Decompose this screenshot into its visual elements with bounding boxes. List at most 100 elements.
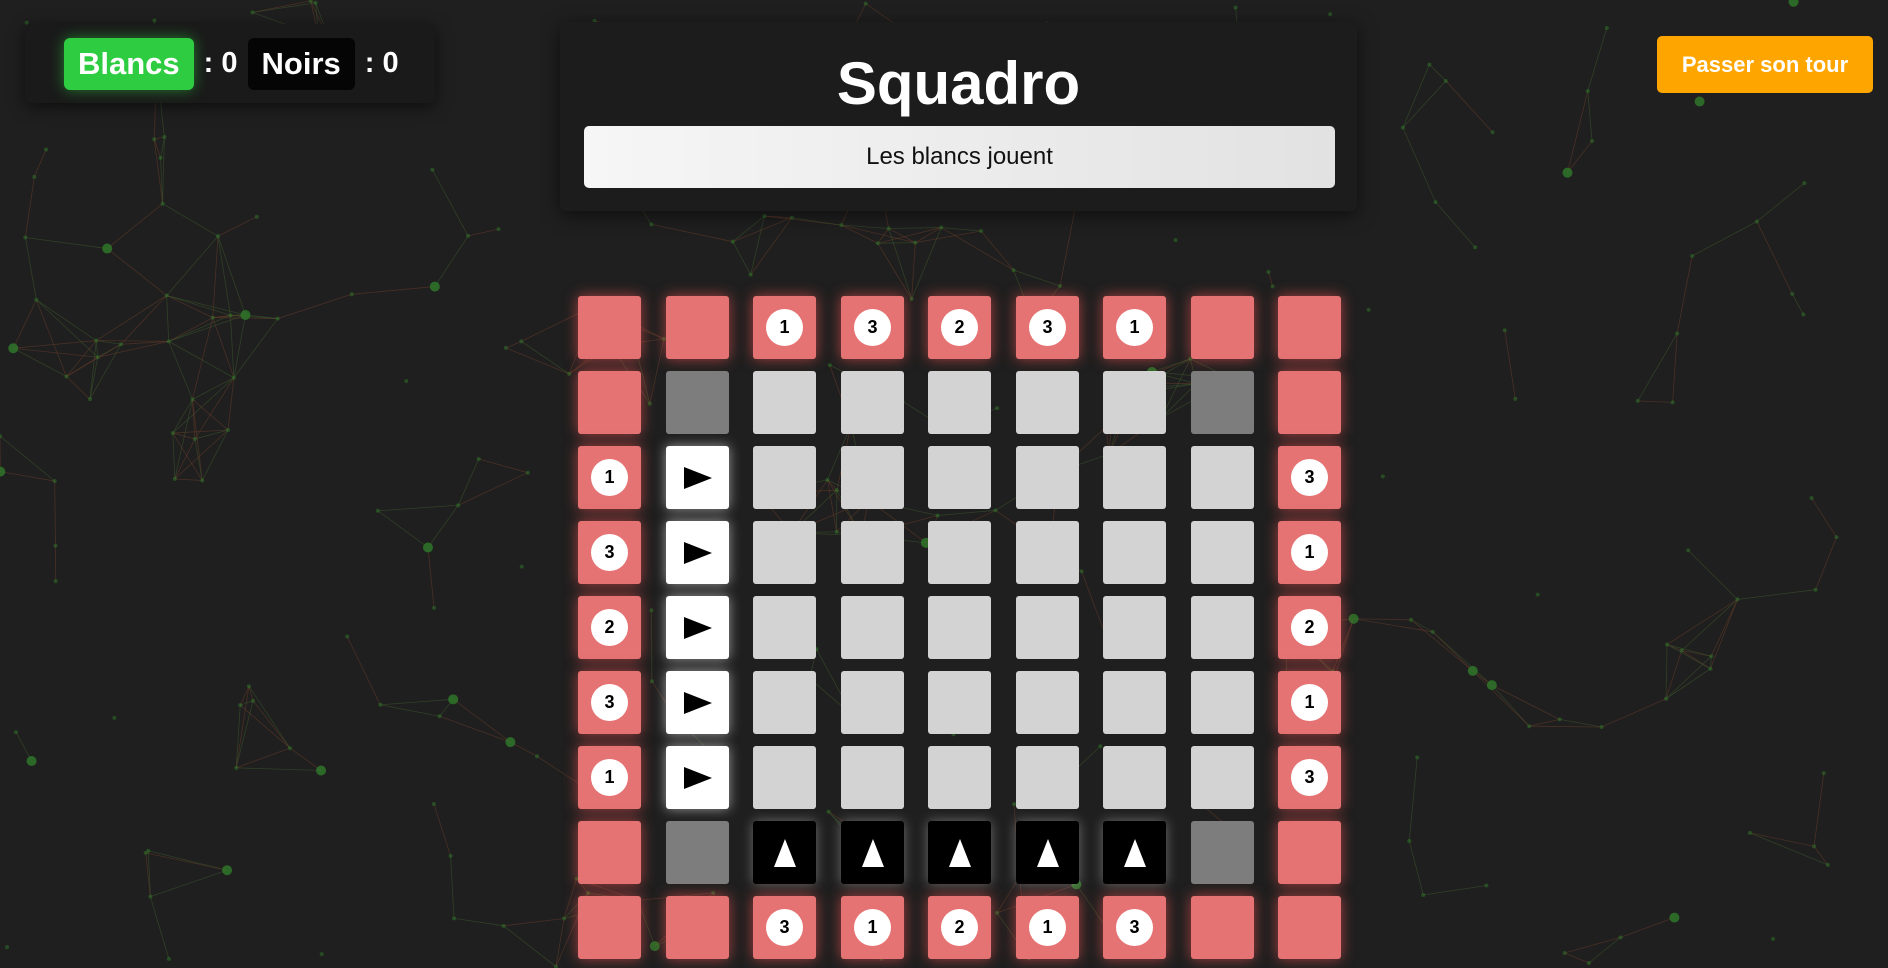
arrow-up-icon: [948, 838, 971, 867]
speed-badge: 1: [1291, 684, 1328, 721]
board-cell: [1016, 521, 1079, 584]
speed-badge: 1: [591, 459, 628, 496]
border-cell: 3: [578, 671, 641, 734]
arrow-right-icon: [683, 691, 712, 714]
pass-turn-button[interactable]: Passer son tour: [1657, 36, 1873, 93]
turn-status: Les blancs jouent: [584, 126, 1335, 188]
border-cell: 3: [1103, 896, 1166, 959]
board-cell: [753, 671, 816, 734]
board-cell: [841, 446, 904, 509]
board-cell: [928, 521, 991, 584]
score-panel: Blancs : 0 Noirs : 0: [25, 24, 435, 103]
border-cell: 3: [753, 896, 816, 959]
white-piece[interactable]: [666, 671, 729, 734]
speed-badge: 3: [1291, 459, 1328, 496]
arrow-up-icon: [861, 838, 884, 867]
board-cell: [1191, 671, 1254, 734]
board-cell: [841, 596, 904, 659]
border-cell: [1278, 296, 1341, 359]
board-cell: [1016, 371, 1079, 434]
speed-badge: 3: [1116, 909, 1153, 946]
border-cell: [666, 896, 729, 959]
arrow-up-icon: [1036, 838, 1059, 867]
border-cell: 1: [1278, 671, 1341, 734]
board-cell: [1103, 671, 1166, 734]
board-cell: [753, 446, 816, 509]
board-cell: [1103, 596, 1166, 659]
board-cell: [1191, 521, 1254, 584]
arrow-right-icon: [683, 466, 712, 489]
board-cell: [928, 371, 991, 434]
speed-badge: 2: [941, 909, 978, 946]
border-cell: [578, 296, 641, 359]
board-cell: [753, 371, 816, 434]
black-piece[interactable]: [928, 821, 991, 884]
board-cell: [928, 746, 991, 809]
arrow-up-icon: [1123, 838, 1146, 867]
border-cell: [666, 296, 729, 359]
border-cell: 3: [578, 521, 641, 584]
corner-cell: [666, 371, 729, 434]
white-score: : 0: [203, 47, 238, 79]
corner-cell: [666, 821, 729, 884]
board-cell: [1103, 521, 1166, 584]
title-panel: Squadro Les blancs jouent: [560, 22, 1357, 211]
board-cell: [1103, 371, 1166, 434]
board-cell: [928, 671, 991, 734]
speed-badge: 1: [1291, 534, 1328, 571]
speed-badge: 2: [941, 309, 978, 346]
speed-badge: 2: [591, 609, 628, 646]
border-cell: [578, 896, 641, 959]
speed-badge: 3: [1291, 759, 1328, 796]
black-player-badge: Noirs: [247, 37, 355, 90]
board-cell: [928, 596, 991, 659]
border-cell: 3: [1278, 446, 1341, 509]
white-player-badge: Blancs: [64, 37, 194, 90]
speed-badge: 3: [591, 684, 628, 721]
board-cell: [1016, 596, 1079, 659]
border-cell: 2: [1278, 596, 1341, 659]
black-piece[interactable]: [1016, 821, 1079, 884]
border-cell: 1: [578, 746, 641, 809]
speed-badge: 2: [1291, 609, 1328, 646]
board-cell: [1191, 596, 1254, 659]
border-cell: 2: [928, 296, 991, 359]
speed-badge: 1: [766, 309, 803, 346]
board-cell: [841, 746, 904, 809]
speed-badge: 3: [766, 909, 803, 946]
border-cell: 1: [1103, 296, 1166, 359]
border-cell: [1191, 296, 1254, 359]
border-cell: [1278, 896, 1341, 959]
board-cell: [841, 521, 904, 584]
speed-badge: 3: [591, 534, 628, 571]
board-cell: [753, 746, 816, 809]
white-piece[interactable]: [666, 446, 729, 509]
board-cell: [1016, 746, 1079, 809]
border-cell: 2: [928, 896, 991, 959]
board-cell: [1103, 446, 1166, 509]
board-cell: [841, 371, 904, 434]
black-piece[interactable]: [1103, 821, 1166, 884]
white-piece[interactable]: [666, 596, 729, 659]
border-cell: 3: [1278, 746, 1341, 809]
speed-badge: 1: [591, 759, 628, 796]
board-cell: [841, 671, 904, 734]
arrow-right-icon: [683, 616, 712, 639]
border-cell: 2: [578, 596, 641, 659]
border-cell: 1: [753, 296, 816, 359]
black-piece[interactable]: [753, 821, 816, 884]
board-cell: [928, 446, 991, 509]
board-cell: [1016, 446, 1079, 509]
border-cell: 3: [1016, 296, 1079, 359]
border-cell: 1: [841, 896, 904, 959]
border-cell: 1: [578, 446, 641, 509]
white-piece[interactable]: [666, 746, 729, 809]
corner-cell: [1191, 371, 1254, 434]
black-piece[interactable]: [841, 821, 904, 884]
border-cell: 1: [1278, 521, 1341, 584]
white-piece[interactable]: [666, 521, 729, 584]
board-cell: [1191, 746, 1254, 809]
corner-cell: [1191, 821, 1254, 884]
board-cell: [1103, 746, 1166, 809]
speed-badge: 3: [854, 309, 891, 346]
